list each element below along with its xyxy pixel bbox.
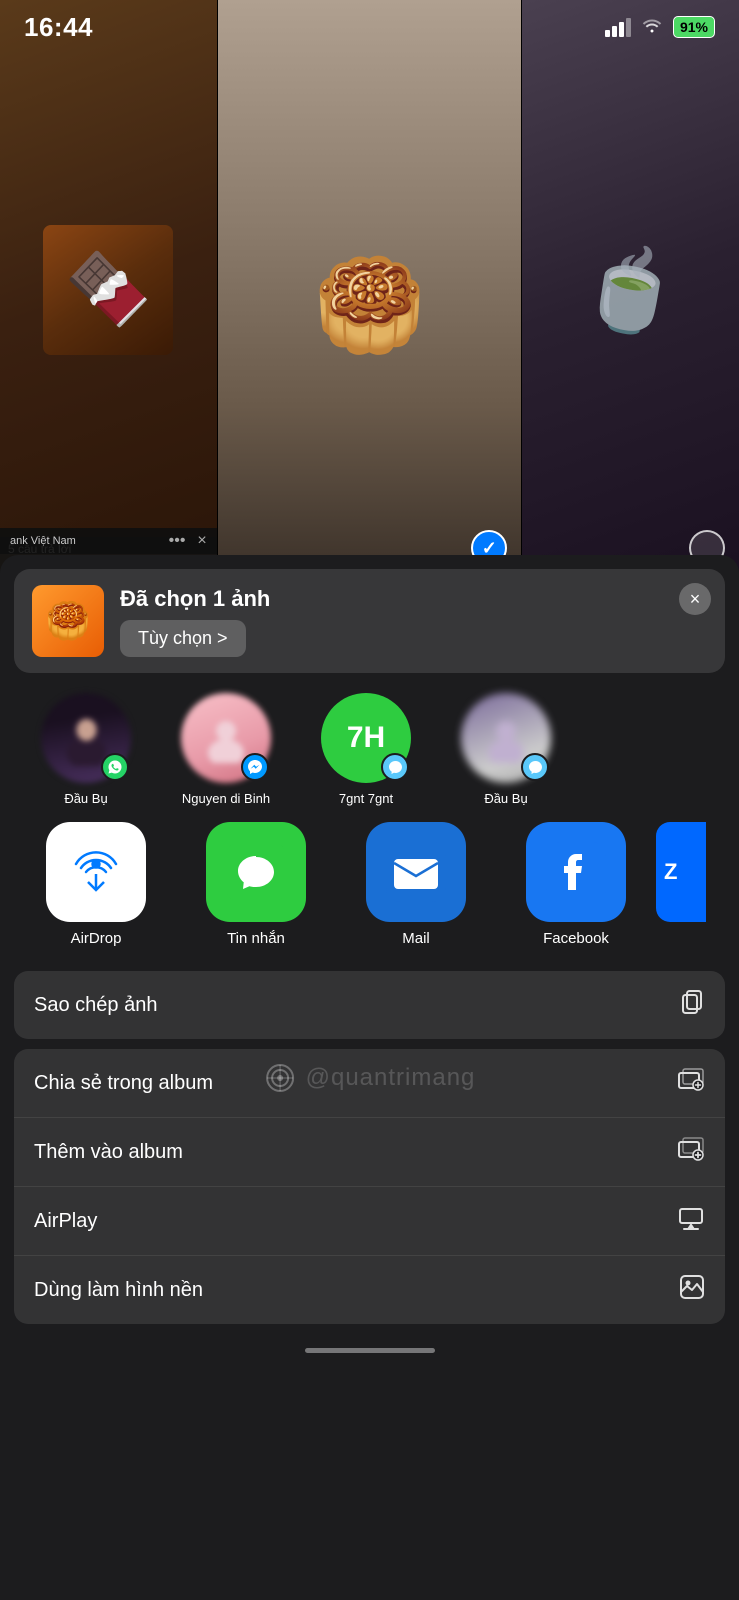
contact-name: 7gnt 7gnt <box>339 791 393 806</box>
wallpaper-label: Dùng làm hình nền <box>34 1279 203 1302</box>
options-button[interactable]: Tùy chọn > <box>120 620 246 657</box>
apps-row: AirDrop Tin nhắn Mail <box>0 818 739 961</box>
menu-section-1: Sao chép ảnh <box>14 971 725 1039</box>
messages-label: Tin nhắn <box>227 930 285 947</box>
mail-icon <box>366 822 466 922</box>
imessage-badge <box>381 753 409 781</box>
add-album-label: Thêm vào album <box>34 1141 183 1164</box>
wallpaper-item[interactable]: Dùng làm hình nền <box>14 1256 725 1324</box>
close-notification-icon[interactable]: × <box>197 532 206 550</box>
add-album-item[interactable]: Thêm vào album <box>14 1118 725 1187</box>
bank-text: ank Việt Nam <box>10 535 76 547</box>
airplay-item[interactable]: AirPlay <box>14 1187 725 1256</box>
contact-name: Đầu Bụ <box>64 791 107 806</box>
share-album-icon <box>677 1067 705 1099</box>
menu-section-2: Chia sẻ trong album Thêm vào album <box>14 1049 725 1324</box>
share-sheet: 🥮 Đã chọn 1 ảnh Tùy chọn > × <box>0 555 739 1600</box>
status-bar: 16:44 91% <box>0 0 739 54</box>
airplay-label: AirPlay <box>34 1210 97 1233</box>
share-album-item[interactable]: Chia sẻ trong album <box>14 1049 725 1118</box>
facebook-icon <box>526 822 626 922</box>
add-album-icon <box>677 1136 705 1168</box>
contact-item[interactable]: 7H 7gnt 7gnt <box>296 693 436 806</box>
signal-icon <box>605 18 631 37</box>
copy-photo-item[interactable]: Sao chép ảnh <box>14 971 725 1039</box>
photo-right[interactable]: 🍵 <box>522 0 739 580</box>
contact-name: Nguyen di Binh <box>182 791 270 806</box>
close-button[interactable]: × <box>679 583 711 615</box>
airdrop-icon <box>46 822 146 922</box>
copy-icon <box>679 989 705 1021</box>
contacts-row: Đầu Bụ Nguyen di Binh <box>0 673 739 818</box>
photo-left[interactable]: 🍫 5 câu trả lời 💬 Bình luận ↗ Chia s... <box>0 0 218 580</box>
share-title: Đã chọn 1 ảnh <box>120 586 707 612</box>
status-time: 16:44 <box>24 12 93 43</box>
messenger-badge <box>241 753 269 781</box>
app-item-zalo[interactable]: Z <box>656 822 706 947</box>
facebook-label: Facebook <box>543 930 609 947</box>
messages-icon <box>206 822 306 922</box>
app-item-facebook[interactable]: Facebook <box>496 822 656 947</box>
contact-item[interactable]: Đầu Bụ <box>16 693 156 806</box>
whatsapp-badge <box>101 753 129 781</box>
copy-photo-label: Sao chép ảnh <box>34 994 157 1017</box>
app-item-messages[interactable]: Tin nhắn <box>176 822 336 947</box>
app-item-mail[interactable]: Mail <box>336 822 496 947</box>
share-thumbnail: 🥮 <box>32 585 104 657</box>
app-item-airdrop[interactable]: AirDrop <box>16 822 176 947</box>
share-header-card: 🥮 Đã chọn 1 ảnh Tùy chọn > × <box>14 569 725 673</box>
contact-item[interactable]: Đầu Bụ <box>436 693 576 806</box>
photo-center[interactable]: 🥮 ✓ <box>218 0 522 580</box>
mail-label: Mail <box>402 930 430 947</box>
contact-name: Đầu Bụ <box>484 791 527 806</box>
bottom-indicator <box>0 1334 739 1361</box>
share-album-label: Chia sẻ trong album <box>34 1072 213 1095</box>
airdrop-label: AirDrop <box>71 930 122 947</box>
contact-item[interactable]: Nguyen di Binh <box>156 693 296 806</box>
wallpaper-icon <box>679 1274 705 1306</box>
home-indicator <box>305 1348 435 1353</box>
dots-icon[interactable]: ••• <box>169 532 186 550</box>
imessage-badge2 <box>521 753 549 781</box>
airplay-icon <box>677 1205 705 1237</box>
wifi-icon <box>641 17 663 38</box>
battery-icon: 91% <box>673 16 715 38</box>
